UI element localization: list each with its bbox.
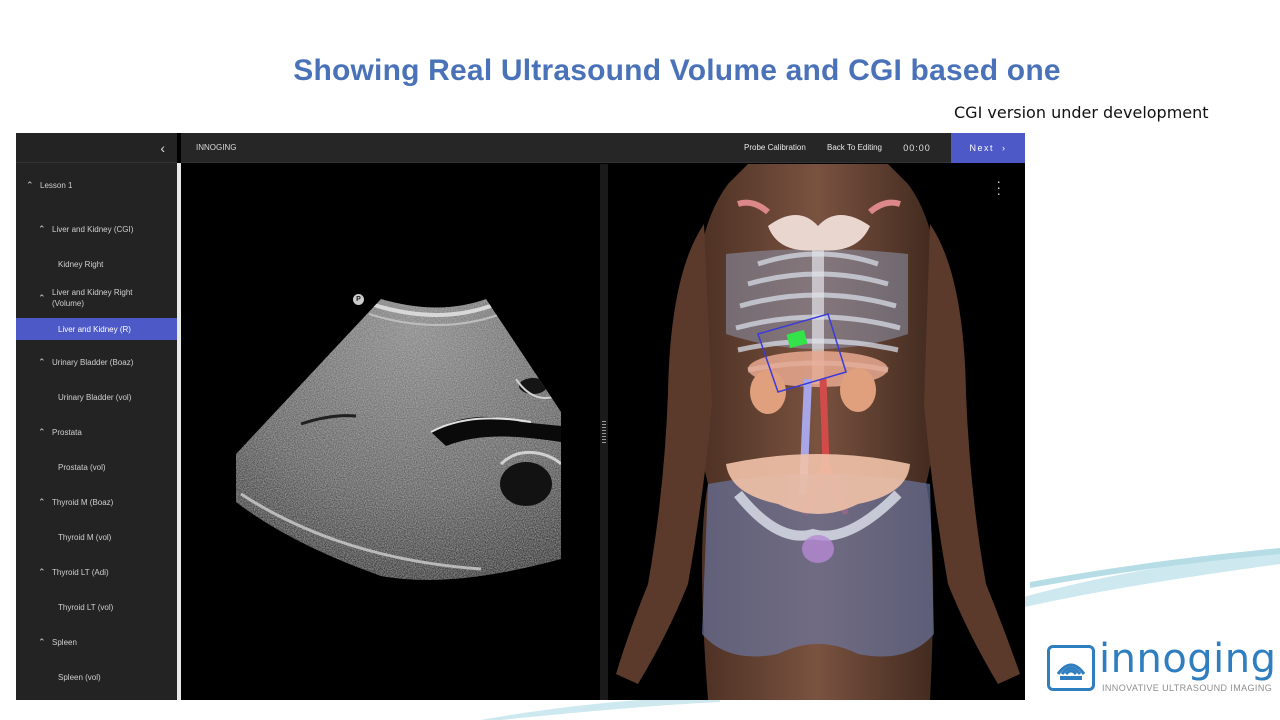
sidebar-item[interactable]: Thyroid M (vol) bbox=[16, 524, 177, 550]
sidebar-item[interactable]: Prostata (vol) bbox=[16, 454, 177, 480]
slide-subtitle: CGI version under development bbox=[954, 103, 1209, 122]
sidebar-item[interactable]: ⌃ Thyroid M (Boaz) bbox=[16, 480, 177, 524]
sidebar-item-label: Spleen (vol) bbox=[58, 672, 101, 682]
pane-splitter[interactable] bbox=[600, 164, 608, 700]
brand-label: INNOGING bbox=[196, 143, 237, 152]
sidebar-item[interactable]: ⌃ Spleen bbox=[16, 620, 177, 664]
sidebar-item[interactable]: Thyroid LT (vol) bbox=[16, 594, 177, 620]
sidebar-item-label: Urinary Bladder (Boaz) bbox=[52, 357, 134, 367]
chevron-up-icon: ⌃ bbox=[38, 292, 46, 303]
cgi-3d-view[interactable]: · · · bbox=[608, 164, 1025, 700]
cgi-anatomy-render bbox=[616, 164, 1020, 700]
sidebar-item[interactable]: Liver and Kidney (R) bbox=[16, 318, 177, 340]
chevron-up-icon: ⌃ bbox=[38, 356, 46, 367]
chevron-up-icon: ⌃ bbox=[38, 566, 46, 577]
chevron-right-icon: › bbox=[1002, 143, 1007, 153]
back-to-editing-button[interactable]: Back To Editing bbox=[827, 143, 882, 152]
next-label: Next bbox=[969, 143, 994, 153]
sidebar-item-label: Urinary Bladder (vol) bbox=[58, 392, 132, 402]
chevron-up-icon: ⌃ bbox=[38, 636, 46, 647]
sidebar-item[interactable]: Kidney Right bbox=[16, 250, 177, 278]
chevron-up-icon: ⌃ bbox=[38, 496, 46, 507]
sidebar-item[interactable]: ⌃ Thyroid LT (Adi) bbox=[16, 550, 177, 594]
sidebar-item[interactable]: Spleen (vol) bbox=[16, 664, 177, 690]
chevron-up-icon: ⌃ bbox=[26, 180, 34, 190]
sidebar-item-label: Lesson 1 bbox=[40, 181, 73, 190]
sidebar-item-label: Liver and Kidney (CGI) bbox=[52, 224, 134, 234]
drag-handle-icon bbox=[602, 421, 606, 443]
sidebar-item-label: Spleen bbox=[52, 637, 77, 647]
sidebar-item[interactable]: ⌃ Lesson 1 bbox=[16, 163, 177, 208]
sidebar-item-label: Prostata bbox=[52, 427, 82, 437]
sidebar-item-label: Thyroid LT (vol) bbox=[58, 602, 114, 612]
sidebar-item-label: Thyroid LT (Adi) bbox=[52, 567, 109, 577]
ultrasound-view[interactable]: P bbox=[181, 164, 600, 700]
simulator-window: ‹ ⌃ Lesson 1 ⌃ Liver and Kidney (CGI) Kidney… bbox=[16, 133, 1025, 700]
sidebar-item-label: Thyroid M (vol) bbox=[58, 532, 112, 542]
sidebar-item[interactable]: Urinary Bladder (vol) bbox=[16, 384, 177, 410]
sidebar-item[interactable]: ⌃ Liver and Kidney Right (Volume) bbox=[16, 278, 177, 318]
sidebar-item[interactable]: ⌃ Liver and Kidney (CGI) bbox=[16, 208, 177, 250]
ultrasound-image bbox=[236, 299, 561, 580]
chevron-left-icon[interactable]: ‹ bbox=[160, 140, 165, 156]
logo-tagline: INNOVATIVE ULTRASOUND IMAGING bbox=[1102, 683, 1273, 693]
lesson-sidebar: ‹ ⌃ Lesson 1 ⌃ Liver and Kidney (CGI) Kidney… bbox=[16, 133, 177, 700]
orientation-marker: P bbox=[353, 294, 364, 305]
innoging-logo: innoging INNOVATIVE ULTRASOUND IMAGING bbox=[1047, 636, 1276, 696]
logo-wordmark: innoging bbox=[1099, 636, 1277, 682]
probe-calibration-button[interactable]: Probe Calibration bbox=[744, 143, 806, 152]
logo-mark-icon bbox=[1047, 645, 1095, 691]
sidebar-item-label: Prostata (vol) bbox=[58, 462, 106, 472]
sidebar-header: ‹ bbox=[16, 133, 177, 163]
chevron-up-icon: ⌃ bbox=[38, 426, 46, 437]
more-options-icon[interactable]: · · · bbox=[996, 174, 1001, 200]
next-button[interactable]: Next › bbox=[951, 133, 1025, 163]
toolbar: INNOGING Probe Calibration Back To Editi… bbox=[181, 133, 1025, 163]
sidebar-item-label: Thyroid M (Boaz) bbox=[52, 497, 114, 507]
timer: 00:00 bbox=[903, 143, 931, 153]
sidebar-item[interactable]: ⌃ Urinary Bladder (Boaz) bbox=[16, 340, 177, 384]
sidebar-item-label: Kidney Right bbox=[58, 259, 104, 269]
lesson-tree: ⌃ Lesson 1 ⌃ Liver and Kidney (CGI) Kidney R… bbox=[16, 163, 177, 690]
sidebar-item[interactable]: ⌃ Prostata bbox=[16, 410, 177, 454]
chevron-up-icon: ⌃ bbox=[38, 223, 46, 234]
slide-title: Showing Real Ultrasound Volume and CGI b… bbox=[293, 54, 1061, 87]
sidebar-item-label: Liver and Kidney Right (Volume) bbox=[52, 288, 133, 308]
sidebar-item-label: Liver and Kidney (R) bbox=[58, 324, 131, 334]
